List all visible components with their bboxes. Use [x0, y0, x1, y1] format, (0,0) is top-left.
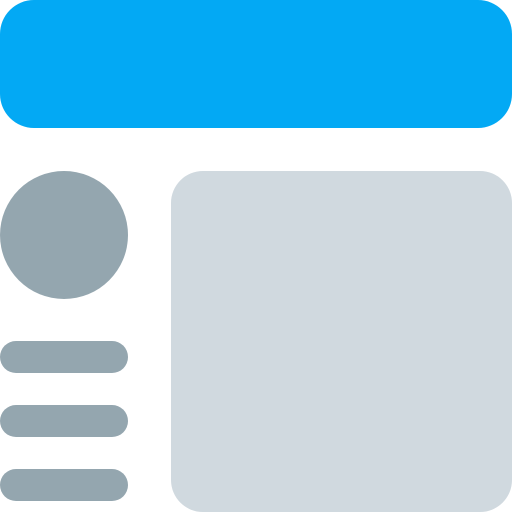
website-layout-icon — [0, 0, 512, 512]
avatar-icon — [0, 171, 128, 299]
menu-line-2 — [0, 405, 128, 437]
menu-line-3 — [0, 469, 128, 501]
content-panel — [171, 171, 512, 512]
menu-line-1 — [0, 341, 128, 373]
header-bar — [0, 0, 512, 128]
